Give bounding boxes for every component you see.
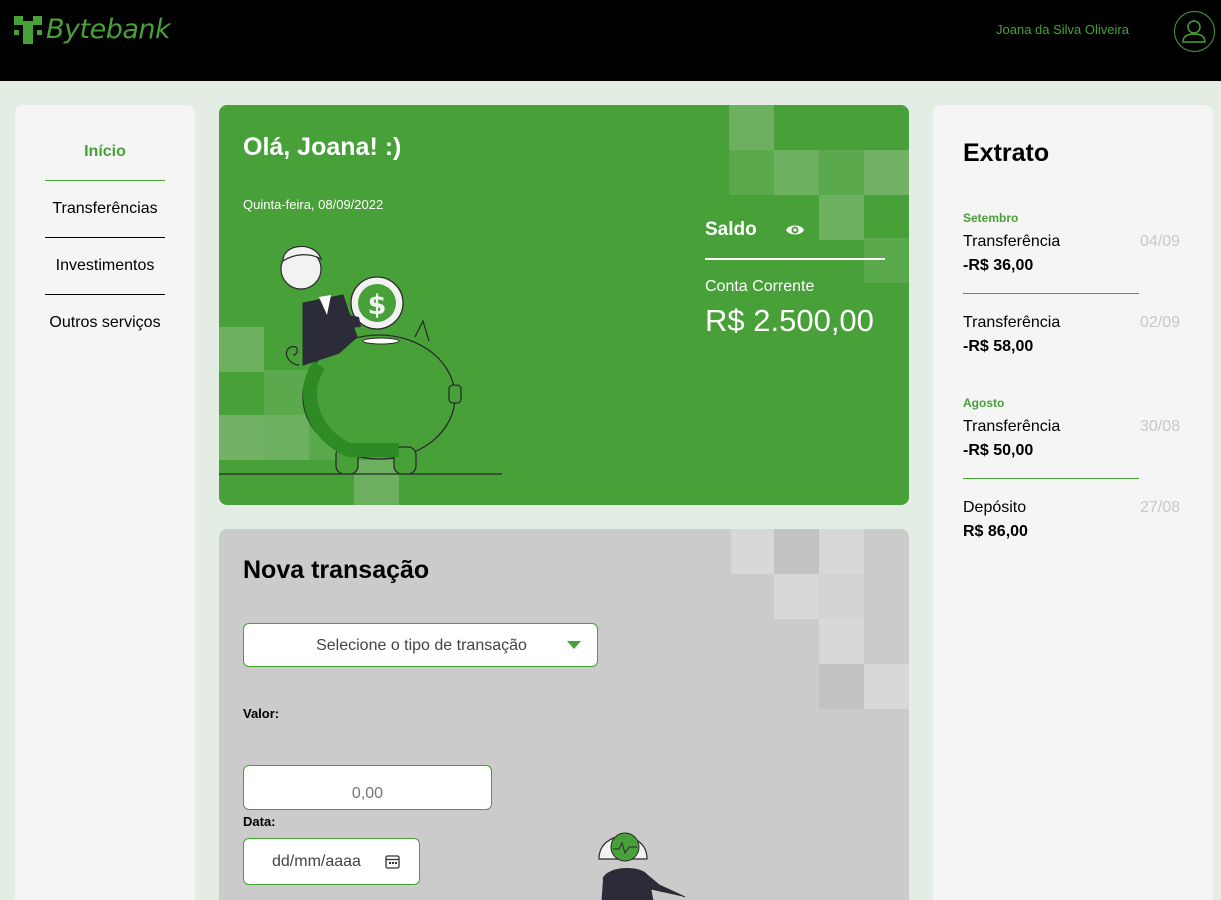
entry-date: 27/08 [1140, 499, 1181, 516]
user-icon [1182, 20, 1206, 43]
statement-title: Extrato [963, 139, 1050, 167]
decor-pixel [819, 150, 864, 195]
svg-text:$: $ [368, 290, 387, 321]
current-date: Quinta-feira, 08/09/2022 [243, 197, 384, 212]
user-name: Joana da Silva Oliveira [996, 22, 1129, 37]
entry-type: Transferência [963, 233, 1061, 250]
entry-value: -R$ 58,00 [963, 338, 1034, 355]
entry-date: 02/09 [1140, 314, 1181, 331]
entry-divider [963, 293, 1139, 294]
entry-value: R$ 86,00 [963, 523, 1028, 540]
decor-pixel [774, 574, 819, 619]
month-label: Agosto [963, 396, 1005, 410]
entry-type: Transferência [963, 418, 1061, 435]
sidebar-item-investimentos[interactable]: Investimentos [45, 257, 165, 275]
piggy-bank-illustration: $ [219, 245, 502, 475]
decor-pixel [819, 619, 864, 664]
transaction-type-select[interactable]: Selecione o tipo de transação [243, 623, 598, 667]
entry-type: Transferência [963, 314, 1061, 331]
decor-pixel [774, 150, 819, 195]
entry-date: 30/08 [1140, 418, 1181, 435]
month-label: Setembro [963, 211, 1019, 225]
decor-pixel [864, 238, 909, 283]
nav-divider [45, 237, 165, 238]
decor-pixel [774, 529, 819, 574]
sidebar-item-outros-servicos[interactable]: Outros serviços [45, 314, 165, 332]
chevron-down-icon [567, 641, 581, 649]
entry-value: -R$ 50,00 [963, 442, 1034, 459]
decor-pixel [729, 150, 774, 195]
decor-pixel [819, 664, 864, 709]
sidebar-nav: Início Transferências Investimentos Outr… [15, 105, 195, 900]
eye-icon[interactable] [785, 222, 805, 243]
top-bar: Bytebank Joana da Silva Oliveira [0, 0, 1221, 81]
decor-pixel [731, 529, 776, 574]
decor-pixel [729, 105, 774, 150]
bytebank-logo[interactable]: Bytebank [14, 14, 171, 45]
value-input[interactable] [243, 765, 492, 810]
sidebar-item-transferencias[interactable]: Transferências [45, 200, 165, 218]
date-input[interactable]: dd/mm/aaaa [243, 838, 420, 885]
date-placeholder: dd/mm/aaaa [272, 853, 361, 870]
statement-panel: Extrato Setembro Transferência 04/09 -R$… [933, 105, 1213, 900]
entry-value: -R$ 36,00 [963, 257, 1034, 274]
balance-title: Saldo [705, 219, 757, 240]
person-illustration [598, 832, 686, 900]
entry-type: Depósito [963, 499, 1027, 516]
decor-pixel [819, 195, 864, 240]
transaction-title: Nova transação [243, 556, 430, 584]
nav-divider [45, 294, 165, 295]
brand-name: Bytebank [46, 14, 171, 45]
decor-pixel [819, 529, 864, 574]
sidebar-item-inicio[interactable]: Início [45, 143, 165, 161]
transaction-type-placeholder: Selecione o tipo de transação [316, 637, 527, 654]
value-label: Valor: [243, 706, 280, 721]
balance-card: Olá, Joana! :) Quinta-feira, 08/09/2022 … [219, 105, 909, 505]
entry-divider [963, 478, 1139, 479]
calendar-icon[interactable] [385, 854, 400, 869]
greeting-title: Olá, Joana! :) [243, 133, 402, 161]
account-balance: R$ 2.500,00 [705, 303, 874, 338]
date-label: Data: [243, 814, 276, 829]
decor-pixel [864, 150, 909, 195]
entry-date: 04/09 [1140, 233, 1181, 250]
decor-pixel [864, 664, 909, 709]
bytebank-logo-icon [14, 15, 42, 44]
new-transaction-card: Nova transação Selecione o tipo de trans… [219, 529, 909, 900]
balance-divider [705, 258, 885, 260]
nav-divider [45, 180, 165, 181]
decor-pixel [819, 574, 864, 619]
user-avatar[interactable] [1174, 11, 1215, 52]
account-label: Conta Corrente [705, 278, 815, 295]
